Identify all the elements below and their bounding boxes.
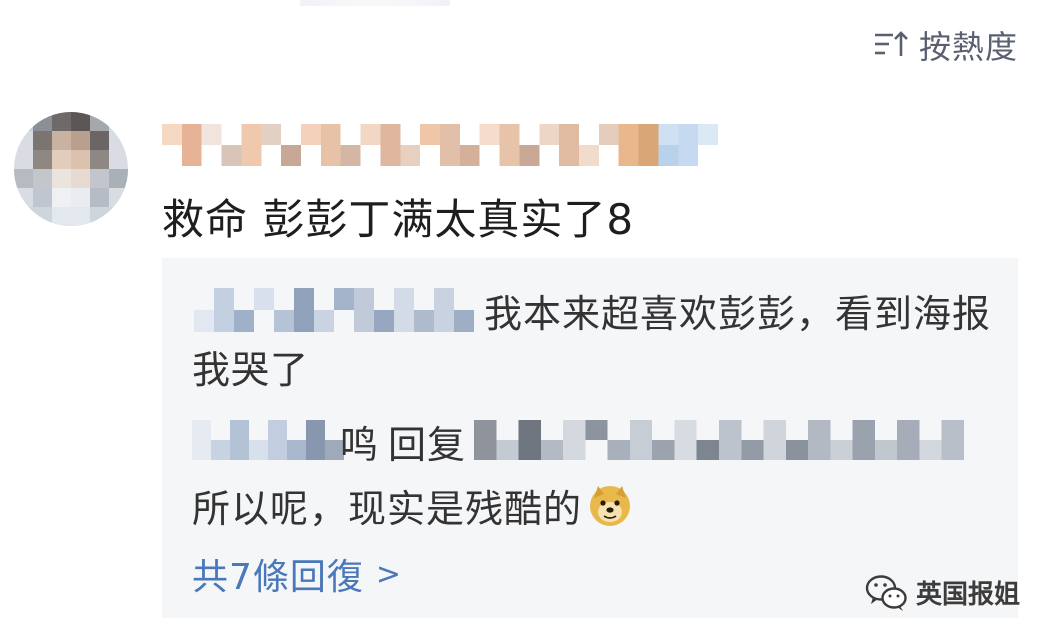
doge-emoji-icon [588, 484, 632, 528]
watermark: 英国报姐 [864, 572, 1020, 612]
username-blurred[interactable] [162, 124, 718, 166]
watermark-text: 英国报姐 [915, 579, 1020, 610]
reply-text: 所以呢，现实是残酷的 [192, 478, 632, 533]
comment-text: 救命 彭彭丁满太真实了8 [162, 195, 635, 244]
comment-screen: 按熱度 救命 彭彭丁满太真实了8 我本来超喜欢彭彭，看到海报我哭了 鸣 回复 所… [0, 0, 1052, 636]
sort-label: 按熱度 [918, 28, 1018, 66]
reply-text: 我本来超喜欢彭彭，看到海报我哭了 [192, 292, 992, 392]
wechat-icon [865, 575, 907, 611]
blurred-strip [300, 0, 450, 6]
reply-action-label: 回复 [388, 423, 467, 467]
reply-text-content: 所以呢，现实是残酷的 [192, 487, 583, 531]
sort-by-popularity-button[interactable]: 按熱度 [873, 22, 1018, 68]
sort-icon [874, 31, 908, 56]
view-all-replies-link[interactable]: 共7條回復 > [192, 548, 402, 600]
reply-target-username-blurred[interactable] [474, 420, 964, 460]
chevron-right-icon: > [375, 556, 403, 592]
reply-username-blurred[interactable] [192, 420, 344, 460]
view-all-replies-label: 共7條回復 [192, 557, 364, 598]
avatar[interactable] [14, 112, 128, 226]
reply-header: 鸣 回复 [192, 416, 972, 468]
reply-username-tail: 鸣 [340, 423, 380, 467]
replies-box: 我本来超喜欢彭彭，看到海报我哭了 鸣 回复 所以呢，现实是残酷的 共7條回復 > [162, 258, 1018, 618]
